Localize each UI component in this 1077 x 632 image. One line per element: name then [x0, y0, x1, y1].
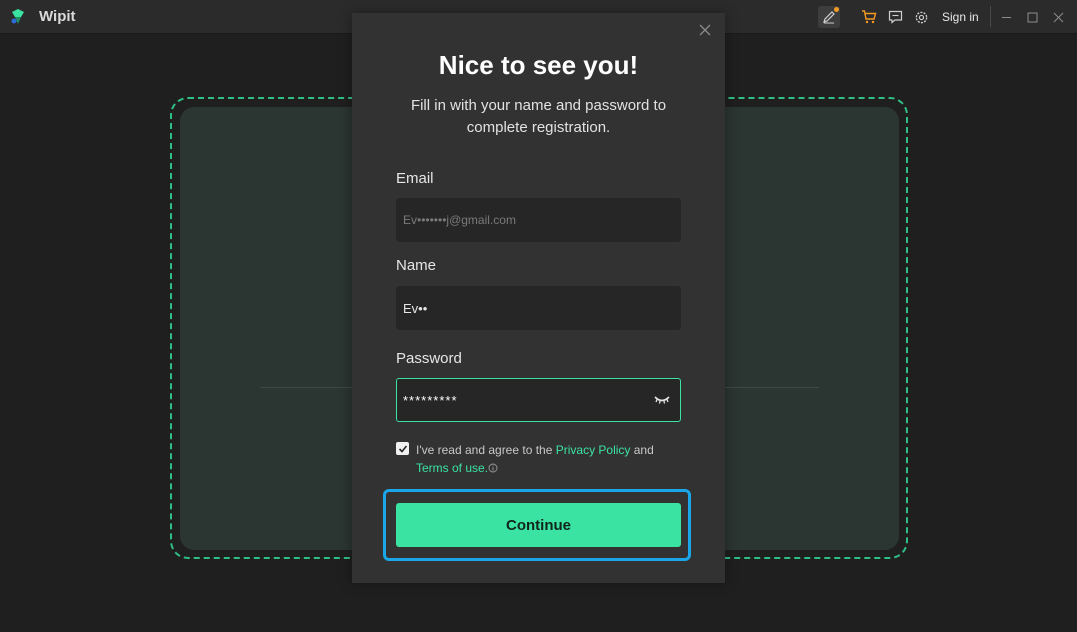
- email-label: Email: [396, 170, 434, 187]
- password-field[interactable]: [396, 378, 681, 422]
- sign-in-link[interactable]: Sign in: [942, 10, 979, 24]
- agreement-text-1: I've read and agree to the: [416, 443, 556, 457]
- cart-button[interactable]: [859, 7, 879, 27]
- titlebar-divider: [990, 6, 991, 27]
- info-icon[interactable]: [488, 463, 498, 473]
- terms-of-use-link[interactable]: Terms of use.: [416, 461, 488, 475]
- name-label: Name: [396, 257, 437, 274]
- minimize-icon: [1001, 16, 1011, 18]
- agreement-text-2: and: [630, 443, 654, 457]
- settings-button[interactable]: [911, 7, 931, 27]
- gear-icon: [915, 11, 927, 23]
- minimize-button[interactable]: [996, 7, 1016, 27]
- agreement-text: I've read and agree to the Privacy Polic…: [416, 441, 676, 477]
- app-name: Wipit: [39, 8, 76, 25]
- wipit-logo-icon: [11, 9, 24, 24]
- agree-checkbox[interactable]: [396, 442, 409, 455]
- password-label: Password: [396, 350, 462, 367]
- close-icon: [1053, 12, 1063, 22]
- email-field[interactable]: [396, 198, 681, 242]
- window-close-button[interactable]: [1048, 7, 1068, 27]
- dialog-subtitle: Fill in with your name and password to c…: [410, 97, 667, 136]
- check-icon: [398, 444, 407, 453]
- maximize-icon: [1027, 12, 1037, 22]
- edit-button[interactable]: [818, 6, 840, 28]
- pen-icon: [823, 11, 835, 24]
- close-icon[interactable]: [697, 22, 713, 38]
- continue-button[interactable]: Continue: [396, 503, 681, 547]
- chat-icon: [888, 10, 902, 24]
- hide-password-icon[interactable]: [654, 395, 670, 405]
- feedback-button[interactable]: [885, 7, 905, 27]
- cart-icon: [862, 10, 877, 24]
- maximize-button[interactable]: [1022, 7, 1042, 27]
- privacy-policy-link[interactable]: Privacy Policy: [556, 443, 631, 457]
- notification-dot: [834, 7, 839, 12]
- dialog-title: Nice to see you!: [438, 50, 639, 80]
- name-field[interactable]: [396, 286, 681, 330]
